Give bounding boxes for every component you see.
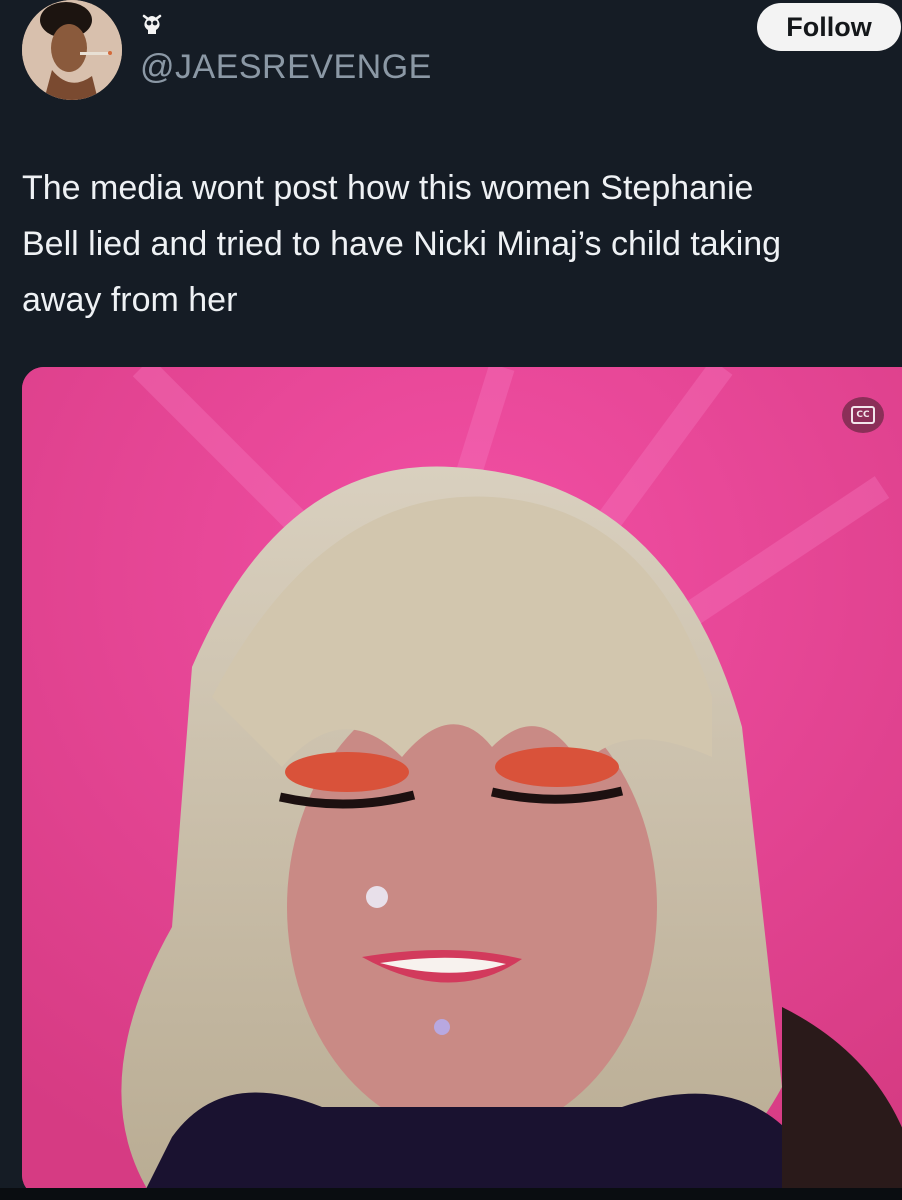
avatar[interactable] xyxy=(22,0,122,100)
closed-captions-button[interactable]: CC xyxy=(842,397,884,433)
skull-emoji-icon xyxy=(138,10,166,38)
tweet-card: @JAESREVENGE Follow The media wont post … xyxy=(0,0,902,1200)
follow-button[interactable]: Follow xyxy=(757,3,901,51)
tweet-text: The media wont post how this women Steph… xyxy=(22,169,782,319)
tweet-media-video[interactable] xyxy=(22,367,902,1197)
bottom-edge xyxy=(0,1188,902,1200)
closed-captions-icon: CC xyxy=(851,406,875,424)
user-handle[interactable]: @JAESREVENGE xyxy=(140,48,432,87)
